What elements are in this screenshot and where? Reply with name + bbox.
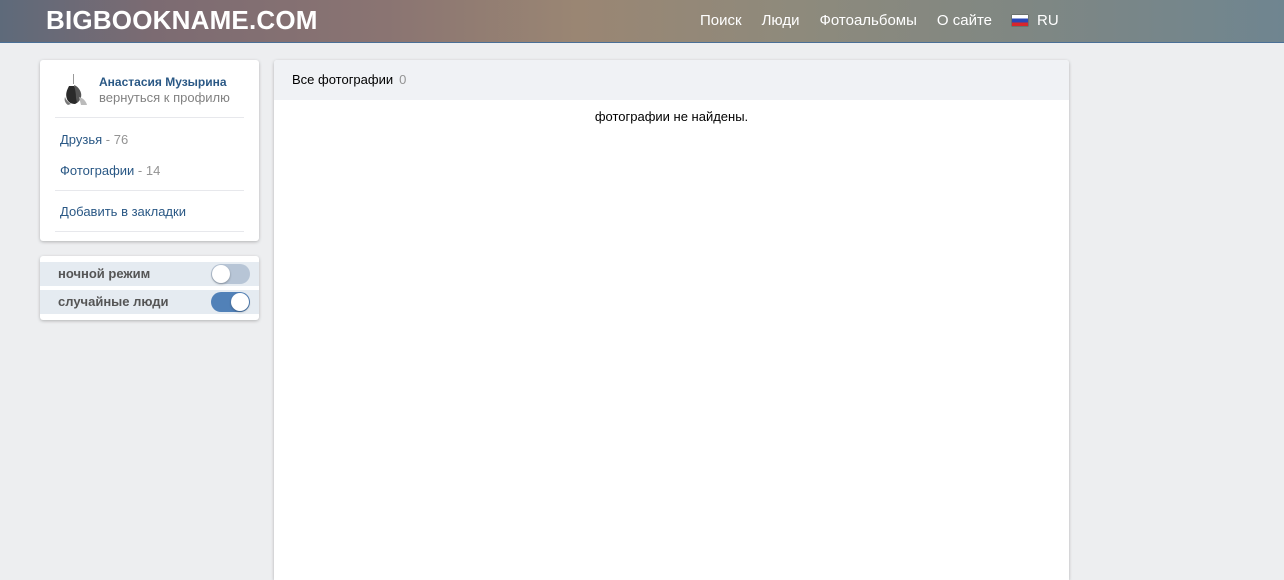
- language-label: RU: [1037, 12, 1059, 29]
- profile-card: Анастасия Музырина вернуться к профилю Д…: [40, 60, 259, 241]
- nav-photo-albums[interactable]: Фотоальбомы: [819, 12, 916, 29]
- russia-flag-icon: [1012, 15, 1028, 26]
- night-mode-toggle[interactable]: [211, 264, 250, 284]
- toggle-knob: [231, 293, 249, 311]
- photos-label: Фотографии: [60, 163, 135, 178]
- site-logo[interactable]: BIGBOOKNAME.COM: [46, 5, 318, 36]
- friends-link[interactable]: Друзья - 76: [60, 132, 128, 147]
- toggle-knob: [212, 265, 230, 283]
- photos-panel: Все фотографии 0 фотографии не найдены.: [274, 60, 1069, 580]
- settings-card: ночной режим случайные люди: [40, 256, 259, 320]
- tab-all-photos[interactable]: Все фотографии 0: [292, 72, 406, 87]
- add-bookmark-link[interactable]: Добавить в закладки: [60, 204, 186, 219]
- top-header: BIGBOOKNAME.COM Поиск Люди Фотоальбомы О…: [0, 0, 1284, 43]
- photos-link[interactable]: Фотографии - 14: [60, 163, 160, 178]
- photos-tab-bar: Все фотографии 0: [274, 60, 1069, 100]
- tab-all-photos-count: 0: [399, 72, 407, 87]
- night-mode-row: ночной режим: [40, 262, 259, 286]
- nav-people[interactable]: Люди: [762, 12, 800, 29]
- menu-divider-bottom: [55, 231, 244, 232]
- night-mode-label: ночной режим: [58, 266, 151, 281]
- menu-divider: [55, 190, 244, 191]
- main-nav: Поиск Люди Фотоальбомы О сайте RU: [700, 12, 1059, 29]
- back-to-profile-link[interactable]: вернуться к профилю: [99, 90, 230, 105]
- nav-about[interactable]: О сайте: [937, 12, 992, 29]
- avatar-image-icon: [59, 72, 91, 106]
- profile-header: Анастасия Музырина вернуться к профилю: [55, 72, 244, 118]
- random-people-row: случайные люди: [40, 290, 259, 314]
- language-selector[interactable]: RU: [1012, 12, 1059, 29]
- avatar[interactable]: [59, 72, 91, 106]
- random-people-toggle[interactable]: [211, 292, 250, 312]
- friends-label: Друзья: [60, 132, 103, 147]
- nav-search[interactable]: Поиск: [700, 12, 742, 29]
- profile-name-link[interactable]: Анастасия Музырина: [99, 75, 227, 89]
- tab-all-photos-label: Все фотографии: [292, 72, 394, 87]
- photos-count: - 14: [137, 163, 161, 178]
- friends-count: - 76: [105, 132, 129, 147]
- empty-state-message: фотографии не найдены.: [594, 109, 749, 124]
- random-people-label: случайные люди: [58, 294, 169, 309]
